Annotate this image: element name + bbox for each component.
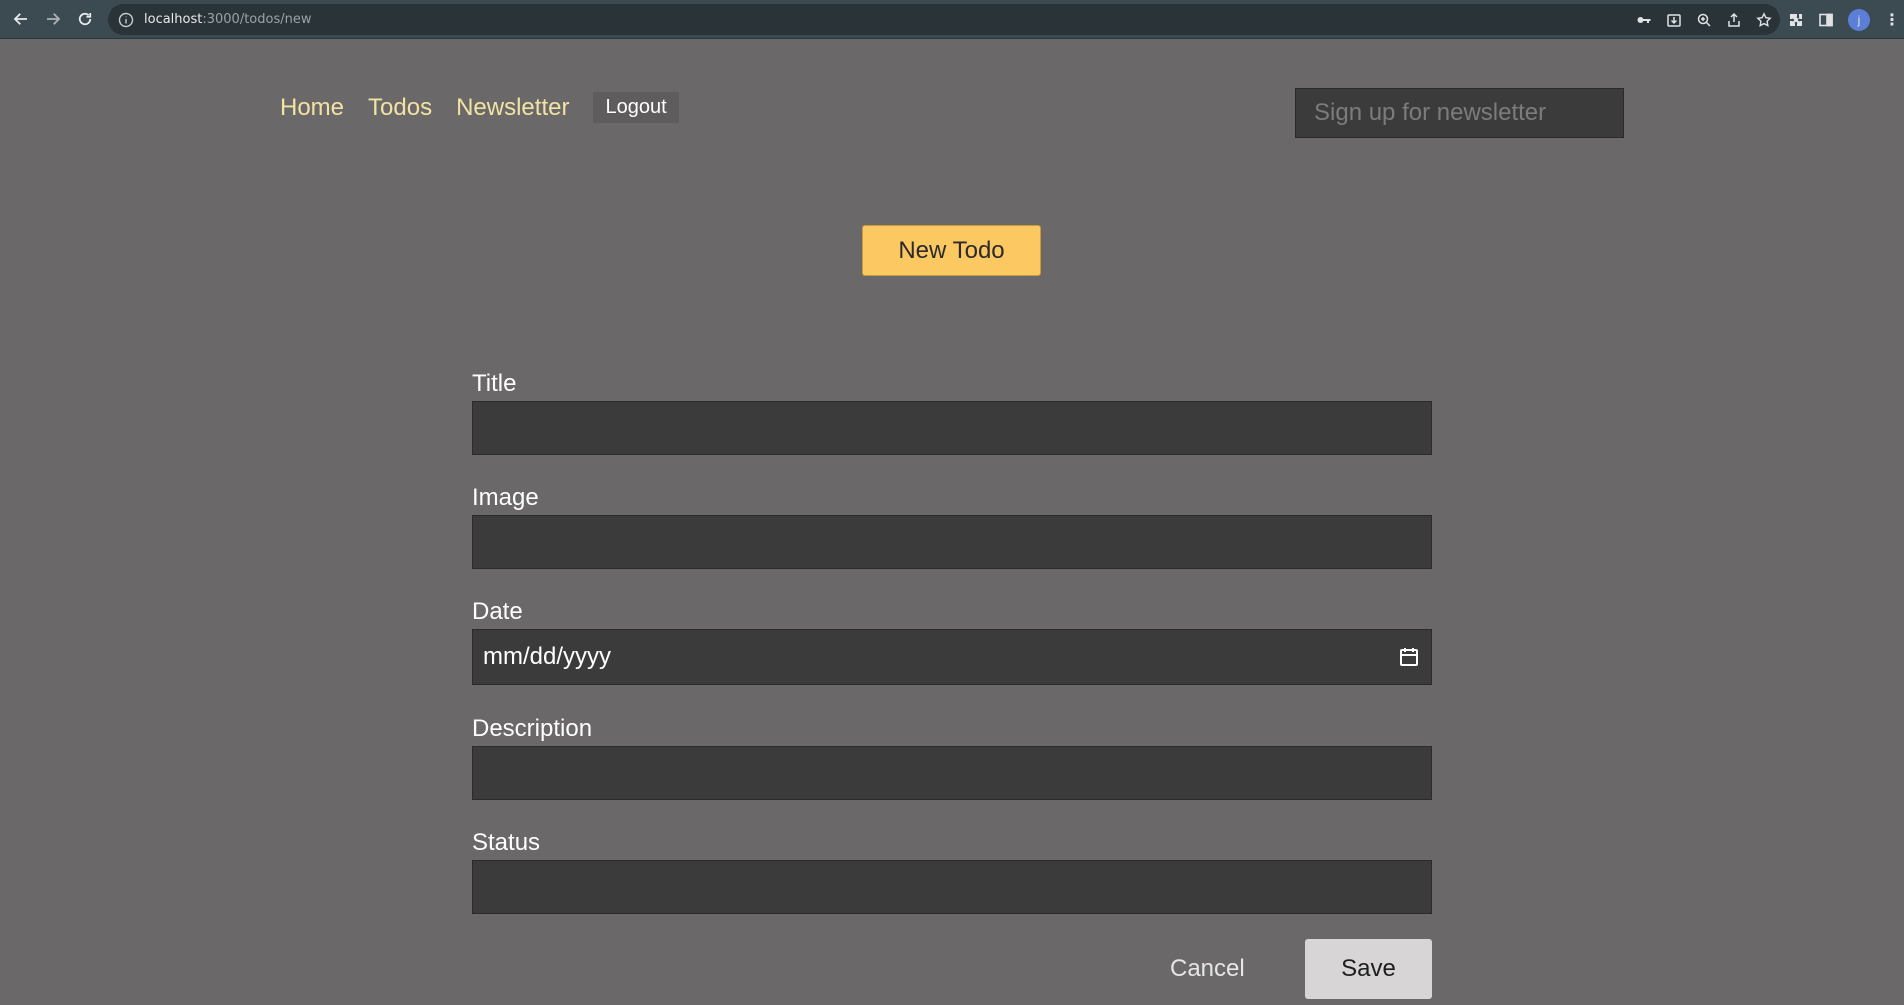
site-info-icon[interactable]	[118, 12, 134, 28]
extensions-icon[interactable]	[1788, 12, 1804, 28]
logout-button[interactable]: Logout	[593, 92, 679, 123]
new-todo-button[interactable]: New Todo	[862, 225, 1041, 276]
status-input[interactable]	[472, 860, 1432, 914]
forward-icon[interactable]	[38, 4, 68, 34]
side-panel-icon[interactable]	[1818, 12, 1834, 28]
address-bar[interactable]: localhost:3000/todos/new	[108, 4, 1780, 35]
description-label: Description	[472, 715, 593, 742]
nav-link-newsletter[interactable]: Newsletter	[456, 94, 569, 122]
image-label: Image	[472, 484, 539, 511]
status-label: Status	[472, 829, 541, 856]
title-input[interactable]	[472, 401, 1432, 455]
back-icon[interactable]	[6, 4, 36, 34]
more-menu-icon[interactable]: ⋮	[1884, 10, 1900, 30]
date-label: Date	[472, 598, 523, 625]
zoom-icon[interactable]	[1696, 12, 1712, 28]
key-icon[interactable]	[1636, 12, 1652, 28]
nav-link-home[interactable]: Home	[280, 94, 344, 122]
site-nav: Home Todos Newsletter Logout	[280, 92, 679, 123]
title-label: Title	[472, 370, 517, 397]
date-placeholder: mm/dd/yyyy	[483, 643, 612, 670]
save-button[interactable]: Save	[1305, 939, 1432, 999]
image-input[interactable]	[472, 515, 1432, 569]
reload-icon[interactable]	[70, 4, 100, 34]
calendar-icon[interactable]	[1398, 646, 1420, 668]
newsletter-signup-input[interactable]	[1295, 88, 1624, 138]
description-input[interactable]	[472, 746, 1432, 800]
nav-link-todos[interactable]: Todos	[368, 94, 432, 122]
browser-toolbar: localhost:3000/todos/new j ⋮	[0, 0, 1904, 39]
share-icon[interactable]	[1726, 12, 1742, 28]
install-app-icon[interactable]	[1666, 12, 1682, 28]
date-field[interactable]: mm/dd/yyyy	[472, 629, 1432, 685]
profile-avatar[interactable]: j	[1848, 8, 1870, 31]
date-input[interactable]: mm/dd/yyyy	[472, 629, 1432, 685]
cancel-link[interactable]: Cancel	[1170, 955, 1245, 983]
bookmark-star-icon[interactable]	[1756, 11, 1772, 28]
url-text: localhost:3000/todos/new	[144, 12, 312, 27]
